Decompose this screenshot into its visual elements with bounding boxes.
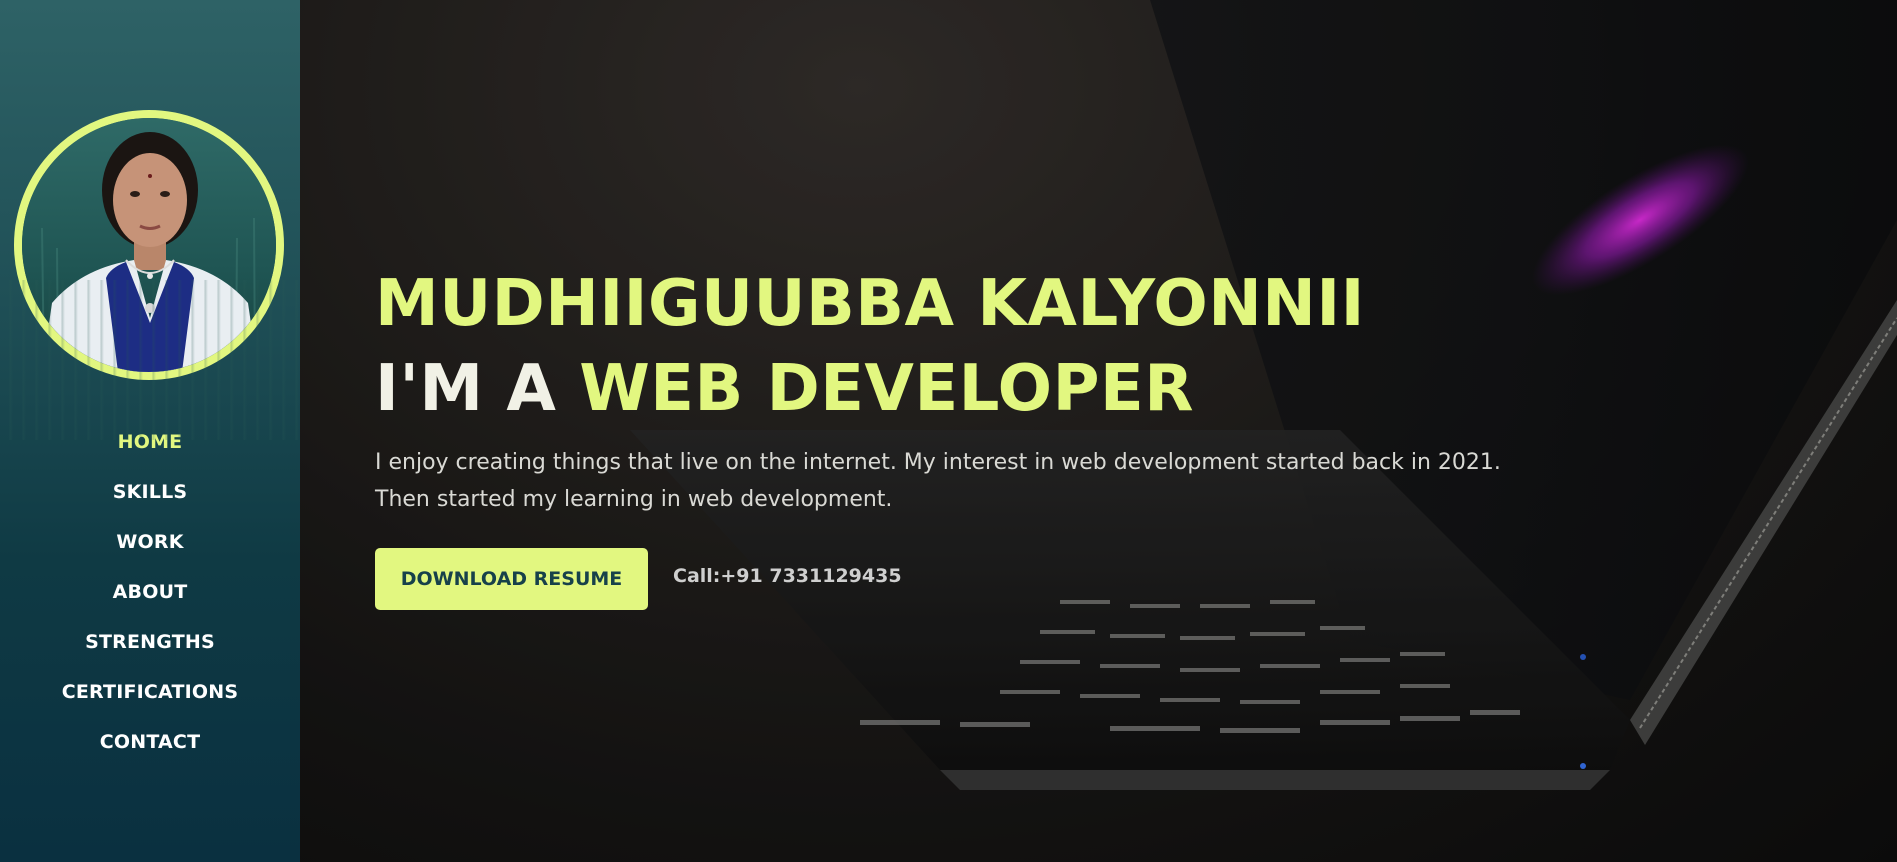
hero-name: MUDHIIGUUBBA KALYONNII [375, 267, 1365, 341]
nav-item-work[interactable]: WORK [0, 525, 300, 575]
hero-section: MUDHIIGUUBBA KALYONNII I'M A WEB DEVELOP… [300, 0, 1897, 862]
call-phone-link[interactable]: Call:+91 7331129435 [673, 565, 902, 587]
hero-intro: I enjoy creating things that live on the… [375, 444, 1575, 518]
intro-line-1: I enjoy creating things that live on the… [375, 450, 1501, 475]
avatar [14, 110, 284, 380]
nav-item-about[interactable]: ABOUT [0, 575, 300, 625]
hero-role: I'M A WEB DEVELOPER [375, 346, 1625, 432]
role-prefix: I'M A [375, 352, 580, 426]
page: HOME SKILLS WORK ABOUT STRENGTHS CERTIFI… [0, 0, 1897, 862]
nav-item-certifications[interactable]: CERTIFICATIONS [0, 675, 300, 725]
nav-item-skills[interactable]: SKILLS [0, 475, 300, 525]
profile-photo-image [22, 118, 276, 372]
hero-content: MUDHIIGUUBBA KALYONNII I'M A WEB DEVELOP… [375, 262, 1625, 610]
download-resume-button[interactable]: DOWNLOAD RESUME [375, 548, 648, 610]
nav-item-home[interactable]: HOME [0, 425, 300, 475]
hero-actions: DOWNLOAD RESUME Call:+91 7331129435 [375, 548, 1625, 610]
nav-item-strengths[interactable]: STRENGTHS [0, 625, 300, 675]
intro-line-2: Then started my learning in web developm… [375, 487, 893, 512]
role-title: WEB DEVELOPER [579, 352, 1194, 426]
sidebar: HOME SKILLS WORK ABOUT STRENGTHS CERTIFI… [0, 0, 300, 862]
nav-item-contact[interactable]: CONTACT [0, 725, 300, 775]
main-nav: HOME SKILLS WORK ABOUT STRENGTHS CERTIFI… [0, 425, 300, 775]
